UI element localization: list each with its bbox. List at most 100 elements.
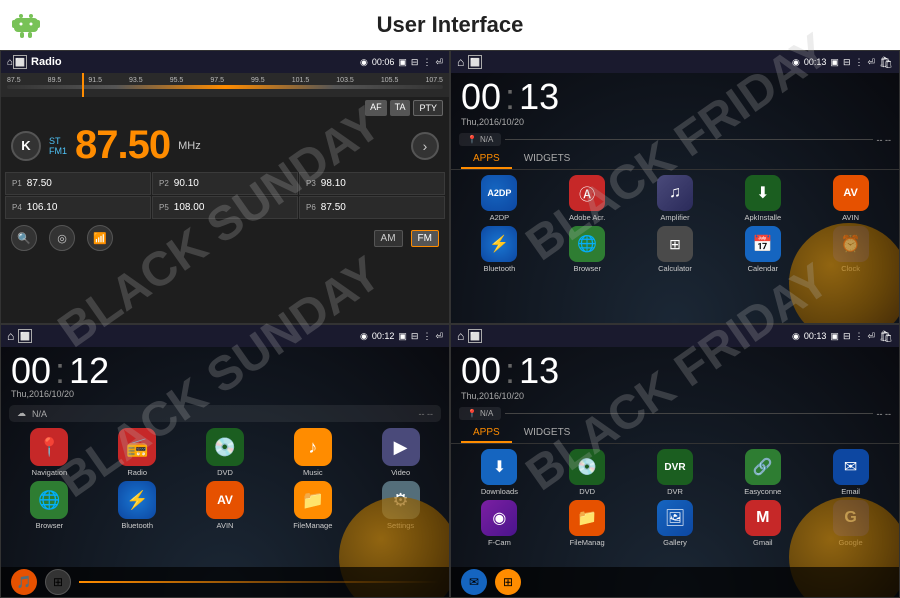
home-min: 12: [69, 353, 109, 389]
cloud-icon: ☁: [17, 408, 26, 419]
am-button[interactable]: AM: [374, 230, 403, 247]
app-bluetooth[interactable]: ⚡ Bluetooth: [457, 226, 542, 273]
time-display-2: 00:13: [804, 57, 827, 67]
menu-icon-4[interactable]: ⋮: [854, 331, 863, 342]
pty-button[interactable]: PTY: [413, 100, 443, 116]
home-icon-4[interactable]: ⌂: [457, 329, 464, 343]
screen-home: ⌂ ⬜ ◉ 00:12 ▣ ⊟ ⋮ ⏎ 00 : 12: [0, 324, 450, 598]
bluetooth-label-2: Bluetooth: [121, 521, 153, 530]
af-button[interactable]: AF: [365, 100, 387, 116]
app-fcam[interactable]: ◉ F-Cam: [457, 500, 542, 547]
preset-p1[interactable]: P1 87.50: [5, 172, 151, 195]
k-button[interactable]: K: [11, 131, 41, 161]
dock-radio-icon[interactable]: 🎵: [11, 569, 37, 595]
next-button[interactable]: ›: [411, 132, 439, 160]
app-filemanag[interactable]: 📁 FileManag: [545, 500, 630, 547]
home-stars-content: 00 : 12 Thu,2016/10/20 ☁ N/A -- -- 📍 Nav…: [1, 347, 449, 597]
app-easyconn[interactable]: 🔗 Easyconne: [720, 449, 805, 496]
search-icon-btn[interactable]: 🔍: [11, 225, 37, 251]
app-dvr[interactable]: DVR DVR: [633, 449, 718, 496]
home-app-browser[interactable]: 🌐 Browser: [7, 481, 92, 530]
home-app-avin[interactable]: AV AVIN: [183, 481, 268, 530]
preset-p2[interactable]: P2 90.10: [152, 172, 298, 195]
apps2-min: 13: [519, 353, 559, 389]
avin-icon-2: AV: [206, 481, 244, 519]
app-avin[interactable]: AV AVIN: [808, 175, 893, 222]
screen-apps-2: ⌂ ⬜ ◉ 00:13 ▣ ⊟ ⋮ ⏎ 🛍 00 : 13: [450, 324, 900, 598]
fcam-label: F-Cam: [488, 538, 511, 547]
preset-p6[interactable]: P6 87.50: [299, 196, 445, 219]
fm-button[interactable]: FM: [411, 230, 439, 247]
browser-label: Browser: [573, 264, 601, 273]
music-label: Music: [303, 468, 323, 477]
radio-mode-info: ST FM1: [49, 136, 67, 156]
apps2-hour: 00: [461, 353, 501, 389]
ta-button[interactable]: TA: [390, 100, 411, 116]
app-apkinstaller[interactable]: ⬇ ApkInstalle: [720, 175, 805, 222]
gps-icon-4: ◉: [792, 331, 800, 342]
dock-apps-icon[interactable]: ⊞: [45, 569, 71, 595]
menu-icon-2[interactable]: ⋮: [854, 57, 863, 68]
apps-tabs[interactable]: APPS WIDGETS: [451, 150, 899, 170]
radio-title: Radio: [31, 56, 360, 68]
status-right-2: ◉ 00:13 ▣ ⊟ ⋮ ⏎ 🛍: [792, 56, 893, 69]
email-icon: ✉: [833, 449, 869, 485]
back-icon-2[interactable]: ⏎: [867, 57, 875, 68]
app-email[interactable]: ✉ Email: [808, 449, 893, 496]
preset-p3[interactable]: P3 98.10: [299, 172, 445, 195]
eq-icon-btn[interactable]: ◎: [49, 225, 75, 251]
back-icon[interactable]: ⏎: [435, 57, 443, 68]
tab-apps[interactable]: APPS: [461, 150, 512, 169]
app-acrobat[interactable]: Ⓐ Adobe Acr.: [545, 175, 630, 222]
home-app-radio[interactable]: 📻 Radio: [95, 428, 180, 477]
calculator-label: Calculator: [658, 264, 692, 273]
home-app-bluetooth[interactable]: ⚡ Bluetooth: [95, 481, 180, 530]
status-bar-radio: ⌂ ⬜ Radio ◉ 00:06 ▣ ⊟ ⋮ ⏎: [1, 51, 449, 73]
filemanag-label: FileManag: [570, 538, 605, 547]
apps-stars-content-2: 00 : 13 Thu,2016/10/20 📍 N/A -- -- APPS: [451, 347, 899, 597]
home-icon-2[interactable]: ⌂: [457, 55, 464, 69]
home-icon-3[interactable]: ⌂: [7, 329, 14, 343]
frequency-display: 87.50: [75, 123, 170, 168]
dock-grid-icon[interactable]: ⊞: [495, 569, 521, 595]
back-icon-4[interactable]: ⏎: [867, 331, 875, 342]
preset-p5[interactable]: P5 108.00: [152, 196, 298, 219]
tab-apps-2[interactable]: APPS: [461, 424, 512, 443]
apps-clock: 00 : 13: [451, 73, 899, 117]
menu-icon[interactable]: ⋮: [422, 57, 431, 68]
shop-icon[interactable]: 🛍: [879, 56, 893, 69]
radio-buttons-row: AF TA PTY: [1, 97, 449, 119]
apkinstaller-label: ApkInstalle: [744, 213, 781, 222]
email-label: Email: [841, 487, 860, 496]
app-browser[interactable]: 🌐 Browser: [545, 226, 630, 273]
browser-icon-2: 🌐: [30, 481, 68, 519]
home-app-music[interactable]: ♪ Music: [270, 428, 355, 477]
back-icon-3[interactable]: ⏎: [435, 331, 443, 342]
home-app-navigation[interactable]: 📍 Navigation: [7, 428, 92, 477]
app-amplifier[interactable]: ♫ Amplifier: [633, 175, 718, 222]
home-app-dvd[interactable]: 💿 DVD: [183, 428, 268, 477]
navigation-label: Navigation: [32, 468, 67, 477]
preset-p4[interactable]: P4 106.10: [5, 196, 151, 219]
shop-icon-2[interactable]: 🛍: [879, 330, 893, 343]
apps-tabs-2[interactable]: APPS WIDGETS: [451, 424, 899, 444]
apps-date: Thu,2016/10/20: [451, 117, 899, 131]
antenna-icon-btn[interactable]: 📶: [87, 225, 113, 251]
screen-apps: ⌂ ⬜ ◉ 00:13 ▣ ⊟ ⋮ ⏎ 🛍 00 : 13: [450, 50, 900, 324]
app-a2dp[interactable]: A2DP A2DP: [457, 175, 542, 222]
tab-widgets[interactable]: WIDGETS: [512, 150, 583, 169]
dvd-label-2: DVD: [579, 487, 595, 496]
home-app-filemanager[interactable]: 📁 FileManage: [270, 481, 355, 530]
calculator-icon: ⊞: [657, 226, 693, 262]
app-dvd-2[interactable]: 💿 DVD: [545, 449, 630, 496]
app-downloads[interactable]: ⬇ Downloads: [457, 449, 542, 496]
home-app-video[interactable]: ▶ Video: [358, 428, 443, 477]
tab-widgets-2[interactable]: WIDGETS: [512, 424, 583, 443]
dvd-icon: 💿: [206, 428, 244, 466]
app-calculator[interactable]: ⊞ Calculator: [633, 226, 718, 273]
rec-icon-4: ▣: [830, 331, 839, 342]
menu-icon-3[interactable]: ⋮: [422, 331, 431, 342]
home-hour: 00: [11, 353, 51, 389]
app-gallery[interactable]: 🖼 Gallery: [633, 500, 718, 547]
dock-mail-icon[interactable]: ✉: [461, 569, 487, 595]
